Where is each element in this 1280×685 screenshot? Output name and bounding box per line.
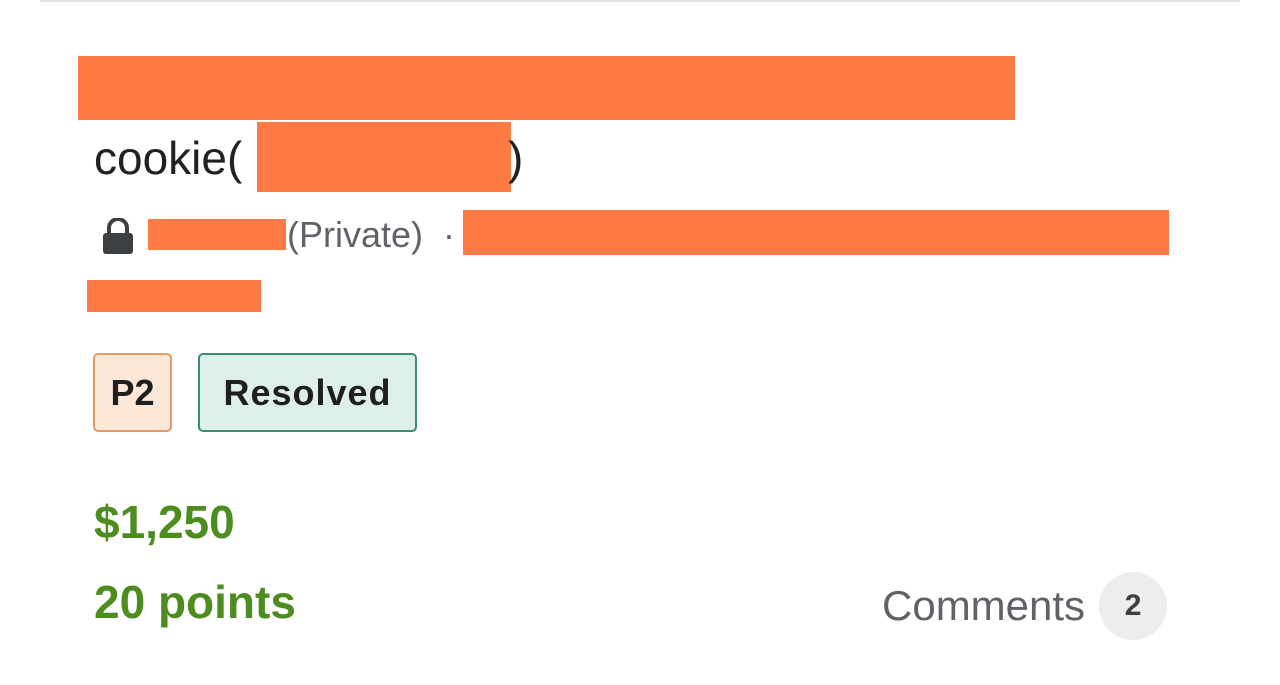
priority-badge: P2 <box>93 353 172 432</box>
redacted-program-name <box>148 219 286 250</box>
redacted-header <box>78 56 1015 120</box>
status-badge: Resolved <box>198 353 417 432</box>
report-title-prefix[interactable]: cookie( <box>94 130 242 186</box>
redacted-meta-line2 <box>87 280 261 312</box>
reputation-points: 20 points <box>94 576 296 628</box>
lock-icon <box>103 218 133 254</box>
comments-label: Comments <box>882 582 1086 629</box>
visibility-label: (Private) <box>287 214 424 255</box>
comments-count-badge: 2 <box>1099 572 1168 640</box>
redacted-title-part <box>257 122 511 192</box>
redacted-meta-info <box>463 210 1169 255</box>
meta-separator: · <box>443 214 455 255</box>
bounty-amount: $1,250 <box>94 496 235 548</box>
comments-button[interactable]: Comments 2 <box>882 572 1168 640</box>
card-border <box>40 0 1240 6</box>
report-title-suffix[interactable]: ) <box>508 130 523 186</box>
